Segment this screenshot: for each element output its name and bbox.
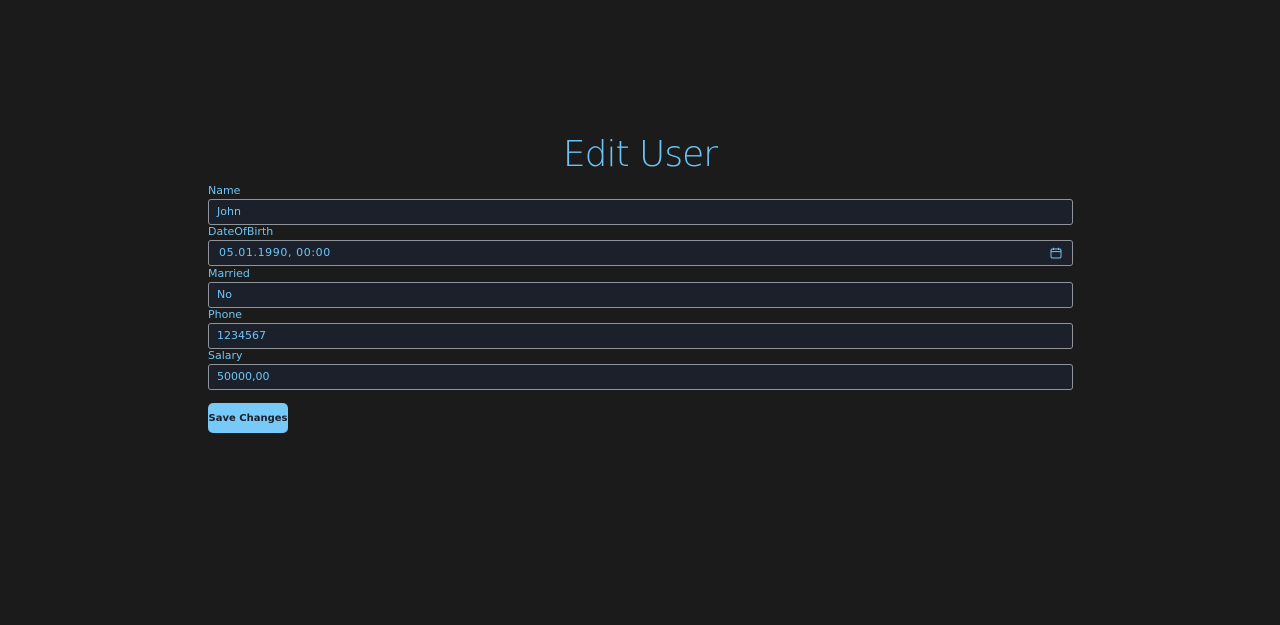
salary-input-value: 50000,00 — [217, 370, 270, 384]
name-input-value: John — [217, 205, 241, 218]
phone-label: Phone — [208, 307, 243, 321]
page-title: Edit User — [562, 134, 718, 175]
save-changes-button[interactable]: Save Changes — [208, 403, 288, 433]
edit-user-form: Name John DateOfBirth 05.01.1990, 00:00 … — [208, 184, 1073, 391]
name-label: Name — [208, 184, 241, 197]
date-of-birth-input-value: 05.01.1990, 00:00 — [219, 246, 331, 260]
name-field-group: Name John — [208, 184, 1073, 225]
phone-input-value: 1234567 — [217, 328, 266, 342]
married-input[interactable]: No — [208, 281, 1073, 308]
married-input-value: No — [217, 287, 232, 301]
phone-input[interactable]: 1234567 — [208, 322, 1073, 349]
date-of-birth-field-group: DateOfBirth 05.01.1990, 00:00 — [208, 225, 1073, 267]
married-field-group: Married No — [208, 267, 1073, 308]
calendar-icon[interactable] — [1050, 247, 1062, 259]
phone-field-group: Phone 1234567 — [208, 308, 1073, 349]
salary-label: Salary — [208, 349, 243, 363]
salary-field-group: Salary 50000,00 — [208, 349, 1073, 391]
salary-input[interactable]: 50000,00 — [208, 364, 1073, 391]
edit-user-page: Edit User Name John DateOfBirth 05.01.19… — [0, 0, 1280, 625]
date-of-birth-input[interactable]: 05.01.1990, 00:00 — [208, 240, 1073, 267]
date-of-birth-label: DateOfBirth — [208, 225, 274, 239]
name-input[interactable]: John — [208, 199, 1073, 225]
married-label: Married — [208, 266, 250, 280]
